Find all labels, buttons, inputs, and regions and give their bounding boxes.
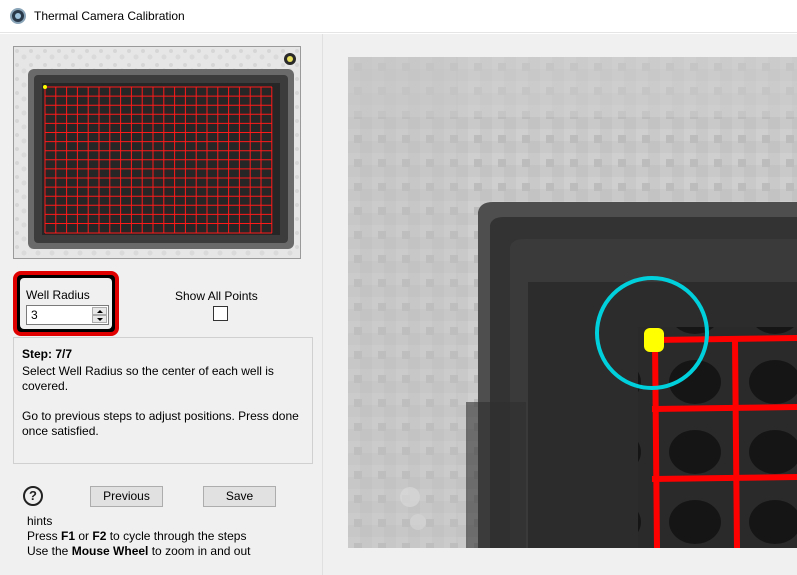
previous-button[interactable]: Previous [90,486,163,507]
app-icon [10,8,26,24]
hint-key-f1: F1 [61,529,76,543]
step-navigation-text: Go to previous steps to adjust positions… [22,409,299,438]
step-instructions-panel: Step: 7/7 Select Well Radius so the cent… [13,337,313,464]
well-radius-highlight: Well Radius [13,271,119,336]
well-radius-label: Well Radius [26,288,90,302]
hints-block: hints Press F1 or F2 to cycle through th… [27,514,250,559]
well-radius-group: Well Radius [20,278,112,329]
selected-point-marker[interactable] [644,328,664,352]
hint-line-keys: Press F1 or F2 to cycle through the step… [27,529,247,543]
hint-key-f2: F2 [92,529,107,543]
show-all-points-checkbox[interactable] [213,306,228,321]
zoomed-plate-image [348,57,797,548]
thumbnail-anchor-point [43,85,47,89]
plate-thumbnail-image [14,47,300,258]
step-title: Step: 7/7 [22,347,73,361]
spin-down-arrow-icon[interactable] [92,315,107,323]
hint-key-mouse-wheel: Mouse Wheel [71,544,149,558]
calibration-viewer[interactable] [348,57,797,548]
hint-line-zoom: Use the Mouse Wheel to zoom in and out [27,544,251,558]
window-title: Thermal Camera Calibration [34,9,185,23]
show-all-points-label: Show All Points [175,289,258,303]
step-instruction-text: Select Well Radius so the center of each… [22,364,274,393]
well-radius-spin-buttons [92,307,107,323]
title-bar: Thermal Camera Calibration [0,0,797,33]
spin-up-arrow-icon[interactable] [92,307,107,315]
help-icon[interactable]: ? [23,486,43,506]
well-radius-input[interactable] [27,306,91,324]
plate-thumbnail[interactable] [13,46,301,259]
well-radius-spinbox[interactable] [26,305,109,325]
hints-title: hints [27,514,53,528]
save-button[interactable]: Save [203,486,276,507]
